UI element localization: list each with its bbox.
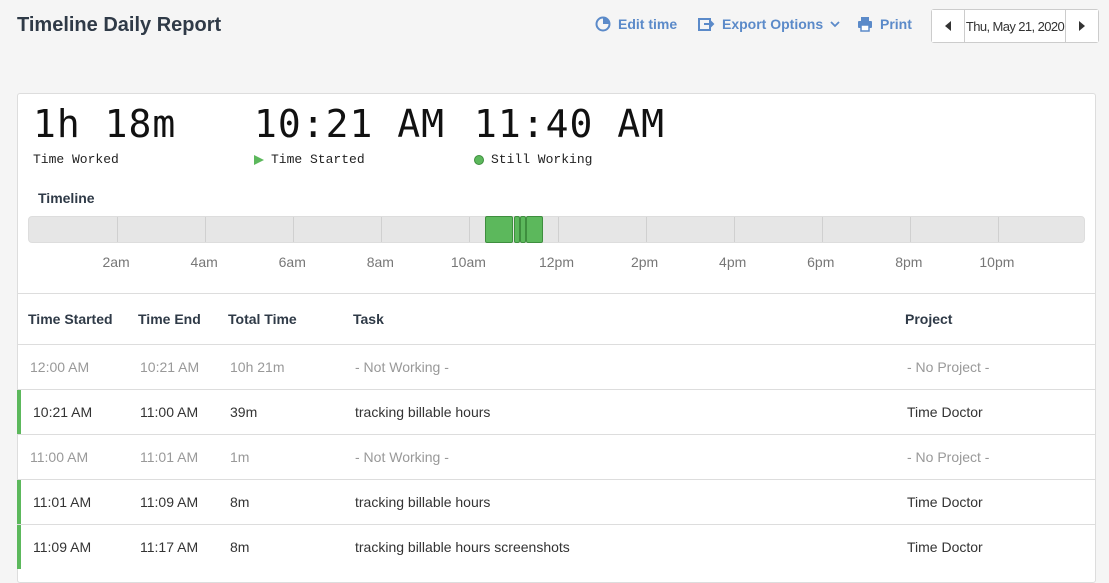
timeline-hour-label: 4am [190,254,218,270]
timeline-gridline [381,217,383,242]
next-day-button[interactable] [1066,10,1098,42]
export-options-label: Export Options [722,16,824,32]
cell-start: 11:01 AM [33,494,92,510]
timeline-gridline [469,217,471,242]
cell-end: 10:21 AM [140,359,200,375]
timeline-hour-label: 12pm [538,254,575,270]
activity-table: Time Started Time End Total Time Task Pr… [17,293,1095,569]
timeline-gridline [733,217,735,242]
timeline-hour-label: 6am [278,254,306,270]
cell-project: Time Doctor [907,494,983,510]
cell-task: - Not Working - [355,449,449,465]
timeline-heading: Timeline [38,190,95,206]
timeline-gridline [909,217,911,242]
cell-end: 11:00 AM [140,404,199,420]
cell-total: 8m [230,539,250,555]
table-row[interactable]: 12:00 AM 10:21 AM 10h 21m - Not Working - - … [18,344,1095,389]
table-row[interactable]: 11:09 AM 11:17 AM 8m tracking billable hour… [17,524,1095,569]
table-header: Time Started Time End Total Time Task Pr… [18,293,1095,344]
cell-total: 39m [230,404,258,420]
timeline-segment[interactable] [484,216,514,243]
timeline-hour-label: 8pm [895,254,923,270]
cell-task: tracking billable hours screenshots [355,539,570,555]
cell-project: Time Doctor [907,404,983,420]
caret-left-icon [945,21,951,31]
export-options-button[interactable]: Export Options [698,16,840,32]
column-header-total-time[interactable]: Total Time [228,294,297,344]
date-navigator: Thu, May 21, 2020 [931,9,1099,43]
timeline-gridline [205,217,207,242]
timeline-gridline [293,217,295,242]
cell-start: 12:00 AM [30,359,90,375]
timeline-hour-label: 10am [450,254,486,270]
cell-start: 10:21 AM [33,404,93,420]
timeline-hour-label: 8am [366,254,394,270]
time-worked-value: 1h 18m [33,102,177,146]
cell-task: - Not Working - [355,359,449,375]
report-card: 1h 18m Time Worked 10:21 AM Time Started… [17,93,1096,583]
cell-total: 1m [230,449,250,465]
printer-icon [858,17,872,32]
cell-total: 10h 21m [230,359,285,375]
time-started-label: Time Started [271,152,365,167]
timeline-gridline [557,217,559,242]
time-worked-stat: 1h 18m Time Worked [33,102,176,167]
timeline-hour-label: 4pm [719,254,747,270]
cell-start: 11:00 AM [30,449,89,465]
column-header-task[interactable]: Task [353,294,384,344]
timeline-gridline [645,217,647,242]
page-header: Timeline Daily Report Edit time Export O… [0,0,1109,55]
cell-end: 11:01 AM [140,449,199,465]
time-started-stat: 10:21 AM Time Started [254,102,445,167]
export-icon [698,18,715,31]
cell-total: 8m [230,494,250,510]
cell-task: tracking billable hours [355,494,491,510]
edit-time-button[interactable]: Edit time [595,16,677,32]
chevron-down-icon [830,21,840,28]
table-row[interactable]: 11:00 AM 11:01 AM 1m - Not Working - - No Pr… [18,434,1095,479]
cell-task: tracking billable hours [355,404,491,420]
column-header-project[interactable]: Project [905,294,952,344]
timeline-hour-label: 6pm [807,254,835,270]
timeline-hour-label: 2pm [630,254,659,270]
cell-end: 11:09 AM [140,494,199,510]
column-header-time-end[interactable]: Time End [138,294,201,344]
cell-project: - No Project - [907,359,990,375]
cell-project: - No Project - [907,449,990,465]
caret-right-icon [1079,21,1085,31]
timeline-hour-label: 10pm [979,254,1015,270]
clock-pie-icon [595,16,611,32]
column-header-time-started[interactable]: Time Started [28,294,113,344]
print-label: Print [880,16,912,32]
date-picker[interactable]: Thu, May 21, 2020 [964,10,1066,42]
timeline-gridline [997,217,999,242]
status-dot-icon [474,154,484,165]
page-title: Timeline Daily Report [17,14,222,36]
still-working-value: 11:40 AM [474,102,666,146]
edit-time-label: Edit time [618,16,678,32]
cell-end: 11:17 AM [140,539,199,555]
previous-day-button[interactable] [932,10,964,42]
time-started-value: 10:21 AM [254,102,446,146]
timeline-hour-label: 2am [102,254,130,270]
timeline-gridline [117,217,119,242]
timeline-gridline [821,217,823,242]
still-working-stat: 11:40 AM Still Working [474,102,665,167]
cell-project: Time Doctor [907,539,983,555]
timeline-segment[interactable] [525,216,543,243]
play-icon [254,154,264,165]
cell-start: 11:09 AM [33,539,92,555]
still-working-label: Still Working [491,152,593,167]
print-button[interactable]: Print [857,16,912,32]
table-row[interactable]: 11:01 AM 11:09 AM 8m tracking billable hour… [17,479,1095,524]
table-row[interactable]: 10:21 AM 11:00 AM 39m tracking billable hou… [17,389,1095,434]
timeline-bar [28,216,1085,243]
time-worked-label: Time Worked [33,152,119,167]
